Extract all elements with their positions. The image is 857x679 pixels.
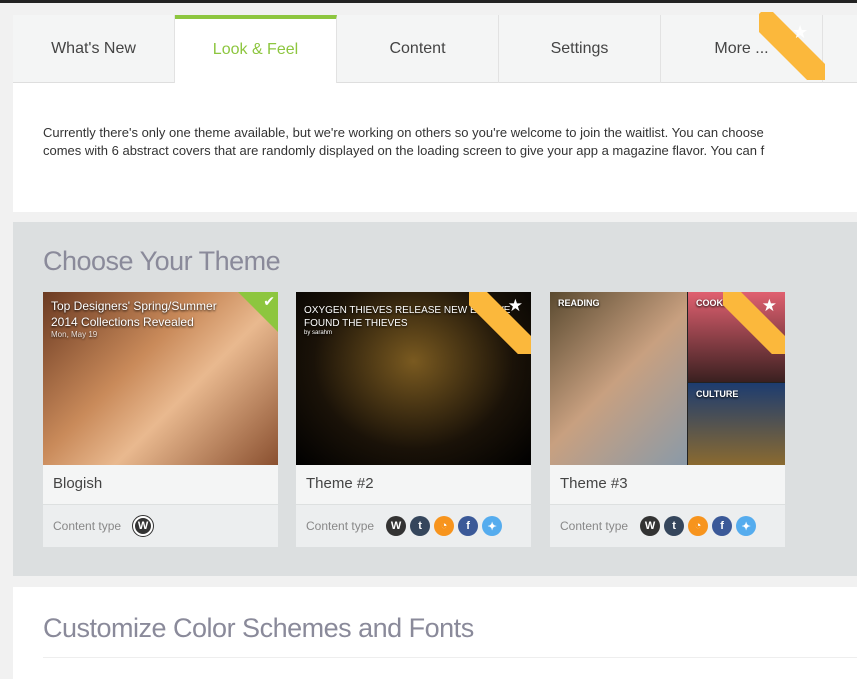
- intro-line: Currently there's only one theme availab…: [43, 125, 764, 140]
- tab-look-and-feel[interactable]: Look & Feel: [175, 15, 337, 84]
- theme-card-3[interactable]: READING COOKING CULTURE ★ Theme #3 Conte…: [550, 292, 785, 547]
- content-type-label: Content type: [306, 519, 375, 533]
- top-bar: [0, 0, 857, 3]
- tumblr-icon: t: [410, 516, 431, 536]
- section-title: Choose Your Theme: [43, 246, 281, 276]
- customize-section: Customize Color Schemes and Fonts: [13, 587, 857, 679]
- tile-label: READING: [558, 298, 600, 308]
- wordpress-icon: W: [132, 515, 155, 537]
- theme-name: Theme #3: [550, 465, 785, 505]
- content-type-label: Content type: [560, 519, 629, 533]
- tile-label: CULTURE: [696, 389, 739, 399]
- tab-content[interactable]: Content: [337, 15, 499, 83]
- rss-icon: ◔: [688, 516, 709, 536]
- tumblr-icon: t: [664, 516, 685, 536]
- check-icon: ✔: [263, 294, 275, 310]
- star-icon: ★: [761, 296, 777, 316]
- intro-line: comes with 6 abstract covers that are ra…: [43, 143, 765, 158]
- theme-name: Blogish: [43, 465, 278, 505]
- tab-settings[interactable]: Settings: [499, 15, 661, 83]
- theme-name: Theme #2: [296, 465, 531, 505]
- facebook-icon: f: [712, 516, 733, 536]
- divider: [43, 657, 857, 658]
- theme-preview: Top Designers' Spring/Summer 2014 Collec…: [43, 292, 278, 465]
- facebook-icon: f: [458, 516, 479, 536]
- theme-card-2[interactable]: OXYGEN THIEVES RELEASE NEW EP – WE FOUND…: [296, 292, 531, 547]
- theme-preview: READING COOKING CULTURE ★: [550, 292, 785, 465]
- star-icon: ★: [507, 296, 523, 316]
- preview-headline: Top Designers' Spring/Summer 2014 Collec…: [51, 299, 217, 329]
- twitter-icon: ✦: [482, 516, 503, 536]
- theme-preview: OXYGEN THIEVES RELEASE NEW EP – WE FOUND…: [296, 292, 531, 465]
- premium-ribbon: ★: [759, 12, 825, 80]
- tab-whats-new[interactable]: What's New: [13, 15, 175, 83]
- star-icon: ★: [792, 22, 809, 43]
- rss-icon: ◔: [434, 516, 455, 536]
- section-title: Customize Color Schemes and Fonts: [43, 613, 474, 643]
- intro-text: Currently there's only one theme availab…: [13, 83, 857, 212]
- preview-date: Mon, May 19: [51, 330, 98, 339]
- twitter-icon: ✦: [736, 516, 757, 536]
- wordpress-icon: W: [640, 516, 661, 536]
- tab-bar: What's New Look & Feel Content Settings …: [13, 15, 857, 84]
- theme-card-blogish[interactable]: Top Designers' Spring/Summer 2014 Collec…: [43, 292, 278, 547]
- theme-section: Choose Your Theme Top Designers' Spring/…: [13, 222, 857, 576]
- content-type-label: Content type: [53, 519, 122, 533]
- wordpress-icon: W: [386, 516, 407, 536]
